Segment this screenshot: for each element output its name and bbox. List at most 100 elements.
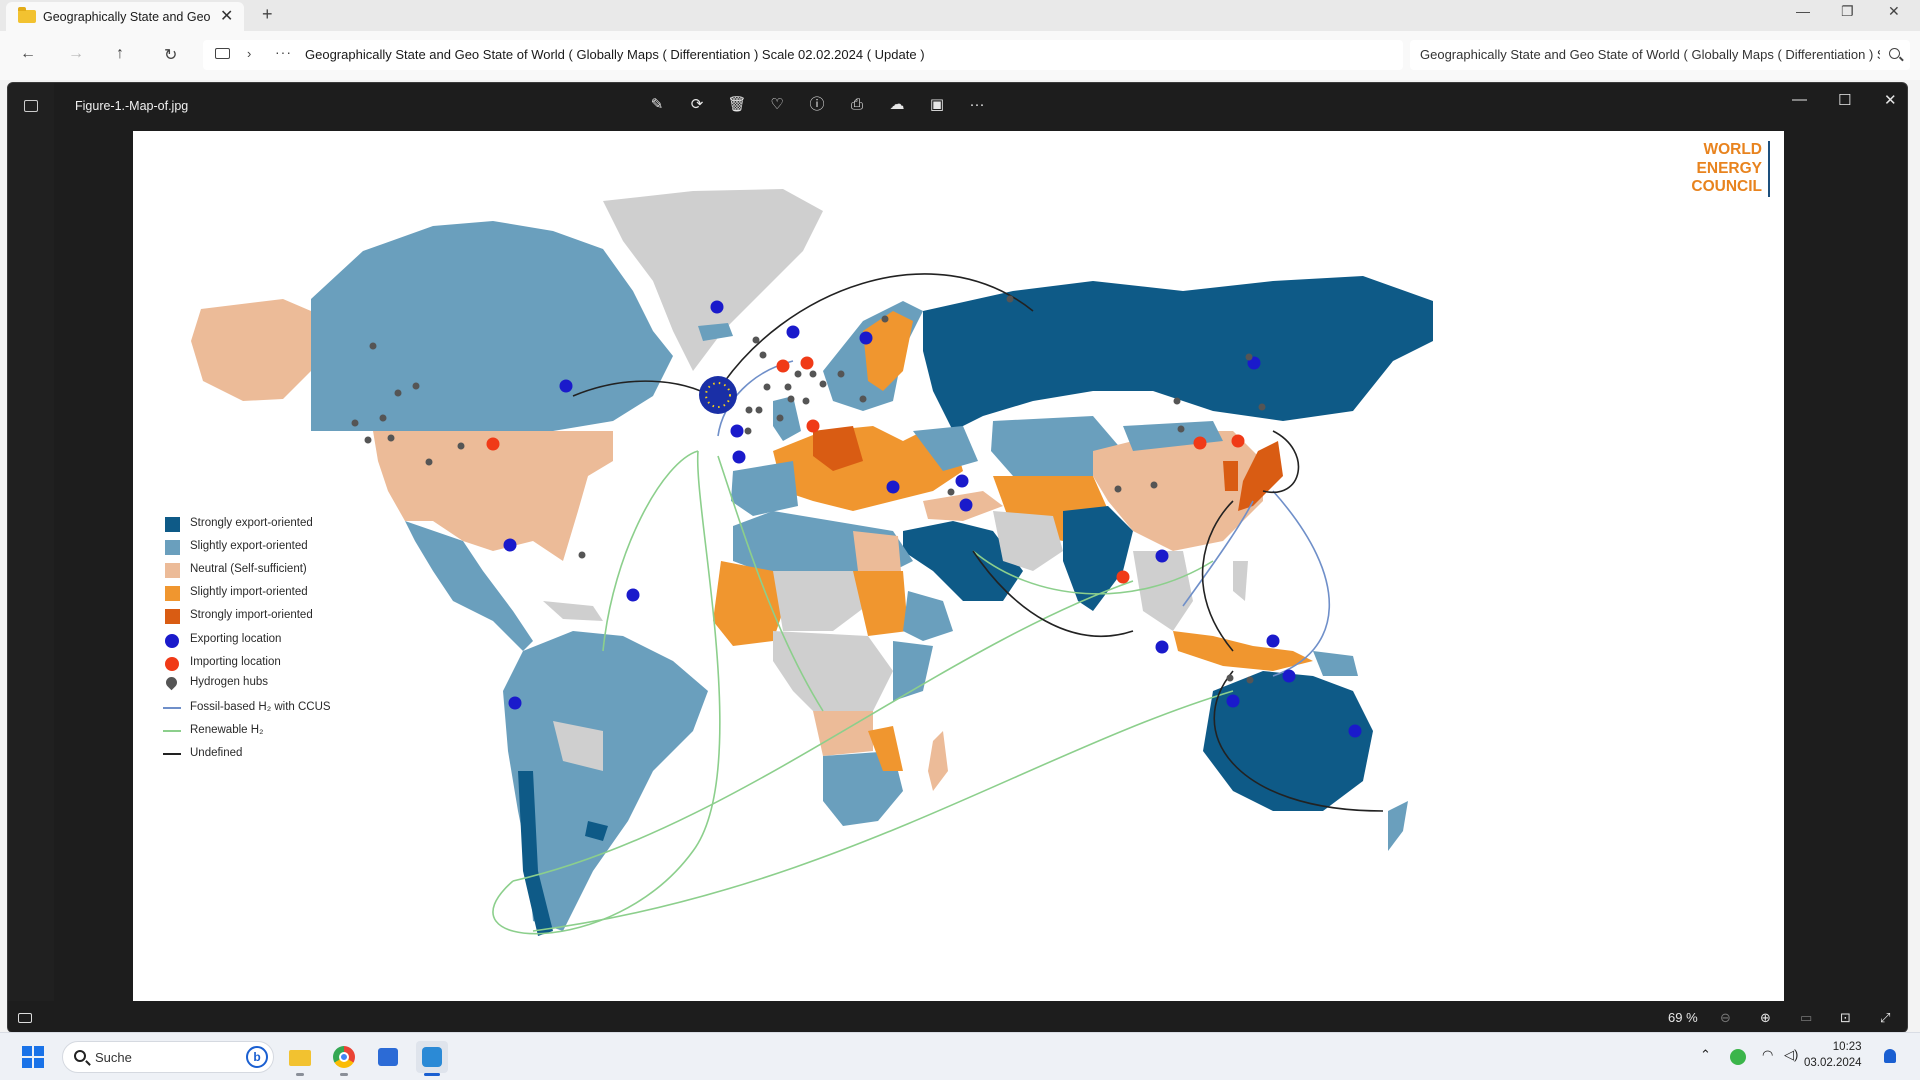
edit-image-icon[interactable]: ✎ <box>644 94 670 116</box>
viewer-minimize-button[interactable]: — <box>1792 91 1807 108</box>
region-madagascar <box>928 731 948 791</box>
exporting-location <box>959 498 973 512</box>
hydrogen-hub-pin <box>457 442 465 450</box>
tab-close-button[interactable]: ✕ <box>220 6 233 26</box>
legend-swatch-neutral <box>165 563 180 578</box>
exporting-location <box>732 450 746 464</box>
chevron-right-icon[interactable]: › <box>247 46 251 61</box>
hydrogen-hub-pin <box>1173 397 1181 405</box>
hydrogen-hub-pin <box>1114 485 1122 493</box>
favorite-icon[interactable]: ♡ <box>764 94 790 116</box>
hydrogen-hub-pin <box>379 414 387 422</box>
search-input[interactable]: Geographically State and Geo State of Wo… <box>1410 40 1910 70</box>
minimize-button[interactable]: — <box>1796 3 1810 19</box>
hydrogen-hub-pin <box>881 315 889 323</box>
forward-button[interactable]: → <box>68 45 84 63</box>
notification-icon[interactable] <box>1884 1049 1896 1063</box>
world-energy-council-logo: WORLD ENERGY COUNCIL <box>1691 141 1770 197</box>
onedrive-icon[interactable]: ☁ <box>884 94 910 116</box>
region-sudan <box>853 571 908 636</box>
hydrogen-hub-pin <box>1006 295 1014 303</box>
actual-size-icon[interactable]: ⊡ <box>1840 1010 1851 1026</box>
chrome-icon[interactable] <box>328 1041 360 1076</box>
legend-item: Neutral (Self-sufficient) <box>163 561 423 579</box>
clipchamp-icon[interactable]: ▣ <box>924 94 950 116</box>
legend-item: Fossil-based H₂ with CCUS <box>163 699 423 717</box>
security-icon[interactable] <box>1730 1049 1746 1065</box>
wifi-icon[interactable]: ◠ <box>1762 1047 1773 1063</box>
hydrogen-hub-pin <box>819 380 827 388</box>
legend-item: Slightly export-oriented <box>163 538 423 556</box>
zoom-in-icon[interactable]: ⊕ <box>1760 1010 1771 1026</box>
search-icon[interactable] <box>1889 48 1900 59</box>
bing-icon[interactable]: b <box>246 1046 268 1068</box>
viewer-close-button[interactable]: ✕ <box>1884 91 1897 109</box>
windows-start-icon[interactable] <box>22 1046 44 1068</box>
exporting-location <box>710 300 724 314</box>
legend-item: Exporting location <box>163 631 423 649</box>
new-tab-button[interactable]: + <box>262 4 273 25</box>
taskbar-search-label: Suche <box>95 1050 132 1065</box>
importing-location <box>486 437 500 451</box>
up-button[interactable]: ↑ <box>116 45 124 63</box>
region-iceland <box>698 323 733 341</box>
hydrogen-hub-pin <box>578 551 586 559</box>
zoom-level[interactable]: 69 % <box>1668 1010 1698 1025</box>
region-new-zealand <box>1388 801 1408 851</box>
hydrogen-hub-pin <box>802 397 810 405</box>
hydrogen-hub-pin <box>1177 425 1185 433</box>
region-alaska <box>191 299 311 401</box>
region-ethiopia <box>903 591 953 641</box>
tab-title: Geographically State and Geo <box>43 10 211 24</box>
fit-icon[interactable]: ▭ <box>1800 1010 1812 1026</box>
viewer-status-bar: 69 % ⊖ ⊕ ▭ ⊡ ⤢ <box>8 1001 1907 1032</box>
monitor-icon <box>215 48 230 59</box>
legend-item: Strongly export-oriented <box>163 515 423 533</box>
gallery-icon[interactable] <box>24 100 38 112</box>
zoom-out-icon[interactable]: ⊖ <box>1720 1010 1731 1026</box>
photos-icon[interactable] <box>416 1041 448 1076</box>
folder-icon <box>18 7 36 23</box>
fullscreen-icon[interactable]: ⤢ <box>1880 1010 1890 1026</box>
taskbar-search-input[interactable]: Suche b <box>62 1041 274 1073</box>
region-egypt <box>853 531 901 571</box>
hydrogen-hub-pin <box>412 382 420 390</box>
store-icon[interactable] <box>372 1041 404 1073</box>
legend-item: Importing location <box>163 654 423 672</box>
info-icon[interactable]: ⓘ <box>804 94 830 116</box>
breadcrumb-overflow-button[interactable]: ··· <box>275 44 292 60</box>
restore-button[interactable]: ❐ <box>1841 3 1854 20</box>
address-path[interactable]: Geographically State and Geo State of Wo… <box>305 47 925 62</box>
file-explorer-icon[interactable] <box>284 1041 316 1076</box>
exporting-location <box>859 331 873 345</box>
refresh-button[interactable]: ↻ <box>164 45 177 65</box>
back-button[interactable]: ← <box>20 45 36 63</box>
hydrogen-hub-pin <box>1258 403 1266 411</box>
more-icon[interactable]: ··· <box>964 94 990 116</box>
legend-swatch-slight-export <box>165 540 180 555</box>
hydrogen-hub-pin <box>364 436 372 444</box>
search-icon <box>74 1050 86 1062</box>
rotate-icon[interactable]: ⟳ <box>684 94 710 116</box>
importing-location <box>806 419 820 433</box>
delete-icon[interactable]: 🗑 <box>724 94 750 116</box>
hydrogen-hub-pin <box>763 383 771 391</box>
viewer-maximize-button[interactable]: ☐ <box>1838 91 1851 109</box>
map-pin-icon <box>163 674 180 691</box>
exporting-location <box>626 588 640 602</box>
legend-swatch-slight-import <box>165 586 180 601</box>
print-icon[interactable]: ⎙ <box>844 94 870 116</box>
filmstrip-icon[interactable] <box>18 1013 32 1023</box>
legend-renewable-line <box>163 730 181 732</box>
address-bar[interactable]: › ··· Geographically State and Geo State… <box>203 40 1403 70</box>
taskbar: Suche b ⌃ ◠ ◁) 10:23 03.02.2024 <box>0 1032 1920 1080</box>
taskbar-clock[interactable]: 10:23 03.02.2024 <box>1804 1039 1862 1071</box>
volume-icon[interactable]: ◁) <box>1784 1047 1798 1063</box>
region-east-africa <box>893 641 933 701</box>
legend-fossil-line <box>163 707 181 709</box>
exporting-location <box>559 379 573 393</box>
explorer-tab[interactable]: Geographically State and Geo ✕ <box>6 2 244 31</box>
chevron-up-icon[interactable]: ⌃ <box>1700 1047 1711 1063</box>
legend-exporting-dot <box>165 634 179 648</box>
close-button[interactable]: ✕ <box>1888 3 1900 20</box>
